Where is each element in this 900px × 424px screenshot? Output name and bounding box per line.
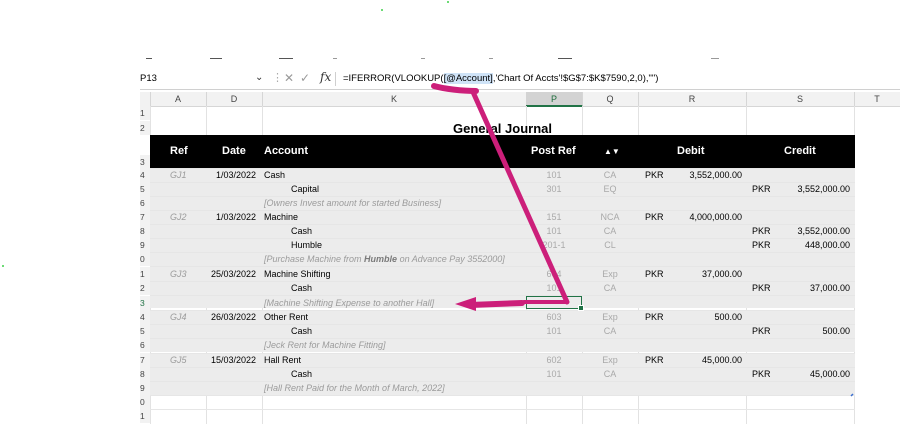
annotation-overlay: [431, 83, 854, 397]
annotation-arrow-shaft: [467, 300, 525, 308]
blue-mark: [850, 393, 854, 397]
annotation-stroke-diagonal: [470, 89, 570, 305]
annotation-arrowhead-icon: [455, 297, 476, 311]
annotation-stroke-formula: [431, 83, 479, 94]
